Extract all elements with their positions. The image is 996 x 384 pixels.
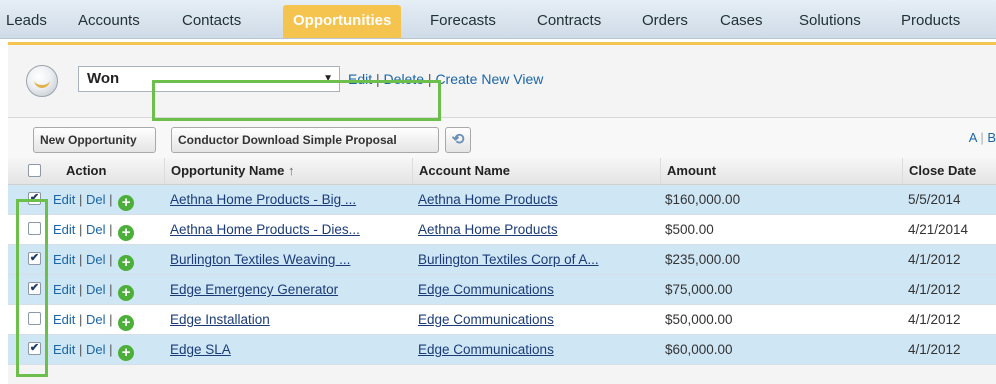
- column-amount[interactable]: Amount: [660, 158, 902, 184]
- column-account-name[interactable]: Account Name: [412, 158, 660, 184]
- opportunity-name-link[interactable]: Edge SLA: [170, 335, 402, 364]
- table-row: Edit | Del | + Edge Installation Edge Comm…: [8, 305, 996, 335]
- row-actions: Edit | Del | +: [53, 185, 135, 214]
- amount-value: $500.00: [665, 222, 714, 237]
- row-edit-link[interactable]: Edit: [53, 282, 75, 297]
- tab-orders[interactable]: Orders: [642, 7, 688, 35]
- close-date-value: 4/21/2014: [908, 222, 969, 237]
- opportunity-name-link[interactable]: Edge Emergency Generator: [170, 275, 402, 304]
- amount-value: $160,000.00: [665, 192, 741, 207]
- opportunity-name-link[interactable]: Edge Installation: [170, 305, 402, 334]
- amount-value: $235,000.00: [665, 252, 741, 267]
- table-row: ✔ Edit | Del | + Burlington Textiles Weavi…: [8, 245, 996, 275]
- column-opportunity-name[interactable]: Opportunity Name ↑: [164, 158, 412, 184]
- account-name-link[interactable]: Edge Communications: [418, 305, 652, 334]
- tab-forecasts[interactable]: Forecasts: [430, 7, 496, 35]
- row-actions: Edit | Del | +: [53, 245, 135, 274]
- list-button-bar: New Opportunity Conductor Download Simpl…: [8, 117, 996, 159]
- table-row: ✔ Edit | Del | + Edge Emergency Generator E…: [8, 275, 996, 305]
- row-actions: Edit | Del | +: [53, 335, 135, 364]
- select-all-checkbox[interactable]: [28, 164, 41, 177]
- row-del-link[interactable]: Del: [86, 342, 106, 357]
- close-date-value: 4/1/2012: [908, 342, 961, 357]
- add-plus-icon[interactable]: +: [118, 195, 135, 211]
- alpha-filter: A | B: [968, 130, 996, 145]
- add-plus-icon[interactable]: +: [118, 255, 135, 271]
- account-name-link[interactable]: Aethna Home Products: [418, 185, 652, 214]
- column-action: Action: [66, 163, 107, 178]
- conductor-button-highlight: [152, 80, 441, 121]
- close-date-value: 5/5/2014: [908, 192, 961, 207]
- row-del-link[interactable]: Del: [86, 192, 106, 207]
- tab-opportunities[interactable]: Opportunities: [283, 5, 402, 38]
- row-edit-link[interactable]: Edit: [53, 342, 75, 357]
- close-date-value: 4/1/2012: [908, 252, 961, 267]
- create-new-view-link[interactable]: Create New View: [435, 71, 543, 87]
- alpha-filter-a[interactable]: A: [969, 130, 977, 145]
- new-opportunity-button[interactable]: New Opportunity: [33, 127, 156, 153]
- add-plus-icon[interactable]: +: [118, 345, 135, 361]
- opportunity-name-link[interactable]: Aethna Home Products - Dies...: [170, 215, 402, 244]
- table-row: Edit | Del | + Aethna Home Products - Die…: [8, 215, 996, 245]
- row-edit-link[interactable]: Edit: [53, 312, 75, 327]
- column-opportunity-name-label: Opportunity Name: [171, 163, 285, 178]
- close-date-value: 4/1/2012: [908, 282, 961, 297]
- row-del-link[interactable]: Del: [86, 222, 106, 237]
- row-edit-link[interactable]: Edit: [53, 222, 75, 237]
- account-name-link[interactable]: Burlington Textiles Corp of A...: [418, 245, 652, 274]
- row-del-link[interactable]: Del: [86, 312, 106, 327]
- add-plus-icon[interactable]: +: [118, 315, 135, 331]
- tab-products[interactable]: Products: [901, 7, 960, 35]
- row-edit-link[interactable]: Edit: [53, 192, 75, 207]
- add-plus-icon[interactable]: +: [118, 285, 135, 301]
- tab-solutions[interactable]: Solutions: [799, 7, 861, 35]
- account-name-link[interactable]: Edge Communications: [418, 335, 652, 364]
- amount-value: $75,000.00: [665, 282, 733, 297]
- opportunity-name-link[interactable]: Burlington Textiles Weaving ...: [170, 245, 402, 274]
- row-actions: Edit | Del | +: [53, 215, 135, 244]
- account-name-link[interactable]: Aethna Home Products: [418, 215, 652, 244]
- refresh-icon[interactable]: ⟲: [445, 127, 471, 153]
- tab-contacts[interactable]: Contacts: [182, 7, 241, 35]
- row-del-link[interactable]: Del: [86, 252, 106, 267]
- tab-leads[interactable]: Leads: [6, 7, 47, 35]
- sort-ascending-icon: ↑: [288, 163, 295, 178]
- checkbox-column-highlight: [16, 199, 48, 377]
- alpha-filter-b[interactable]: B: [987, 130, 996, 145]
- row-edit-link[interactable]: Edit: [53, 252, 75, 267]
- add-plus-icon[interactable]: +: [118, 225, 135, 241]
- tab-accounts[interactable]: Accounts: [78, 7, 140, 35]
- row-del-link[interactable]: Del: [86, 282, 106, 297]
- table-row: ✔ Edit | Del | + Edge SLA Edge Communicatio…: [8, 335, 996, 365]
- view-select-value: Won: [87, 70, 120, 87]
- close-date-value: 4/1/2012: [908, 312, 961, 327]
- table-row: ✔ Edit | Del | + Aethna Home Products - Bi…: [8, 185, 996, 215]
- conductor-download-button[interactable]: Conductor Download Simple Proposal: [171, 127, 439, 153]
- top-nav-tabs: Leads Accounts Contacts Opportunities Fo…: [0, 0, 996, 39]
- opportunities-coin-icon: [26, 65, 58, 97]
- amount-value: $60,000.00: [665, 342, 733, 357]
- tab-cases[interactable]: Cases: [720, 7, 763, 35]
- row-actions: Edit | Del | +: [53, 305, 135, 334]
- tab-contracts[interactable]: Contracts: [537, 7, 601, 35]
- opportunity-name-link[interactable]: Aethna Home Products - Big ...: [170, 185, 402, 214]
- table-header: Action Opportunity Name ↑ Account Name A…: [8, 158, 996, 185]
- row-actions: Edit | Del | +: [53, 275, 135, 304]
- column-close-date[interactable]: Close Date: [902, 158, 996, 184]
- amount-value: $50,000.00: [665, 312, 733, 327]
- account-name-link[interactable]: Edge Communications: [418, 275, 652, 304]
